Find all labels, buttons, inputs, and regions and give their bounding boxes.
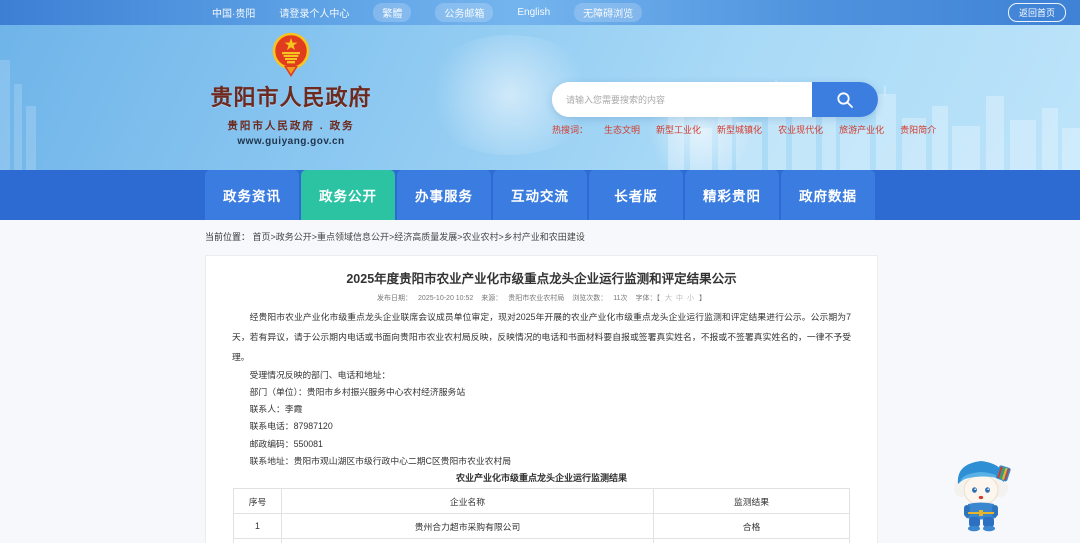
- topbar-link-login-personal-center[interactable]: 请登录个人中心: [279, 5, 349, 20]
- article-card: 2025年度贵阳市农业产业化市级重点龙头企业运行监测和评定结果公示 发布日期： 2…: [205, 255, 878, 543]
- col-header-company: 企业名称: [281, 488, 654, 515]
- site-brand: 贵阳市人民政府 贵阳市人民政府 . 政务 www.guiyang.gov.cn: [207, 31, 375, 147]
- publish-date: 2025-10-20 10:52: [418, 295, 474, 302]
- topbar-link-traditional-chinese[interactable]: 繁體: [373, 3, 412, 22]
- table-row: 1 贵州合力超市采购有限公司 合格: [233, 513, 850, 540]
- info-contact-person: 联系人：李霞: [249, 404, 303, 415]
- breadcrumb-label: 当前位置：: [205, 232, 251, 242]
- cell-company: 贵州友禾种业有限公司: [281, 538, 654, 543]
- article-paragraph: 经贵阳市农业产业化市级重点龙头企业联席会议成员单位审定，现对2025年开展的农业…: [232, 312, 851, 362]
- mascot-icon: [954, 461, 1011, 532]
- site-url: www.guiyang.gov.cn: [237, 136, 345, 147]
- info-address: 联系地址：贵阳市观山湖区市级行政中心二期C区贵阳市农业农村局: [249, 455, 512, 466]
- page: 中国·贵阳 请登录个人中心 繁體 公务邮箱 English 无障碍浏览 返回首页: [0, 0, 1080, 543]
- nav-tab-gov-data[interactable]: 政府数据: [781, 170, 875, 220]
- cell-index: 2: [233, 538, 282, 543]
- col-header-result: 监测结果: [653, 488, 850, 515]
- info-phone: 联系电话：87987120: [249, 421, 333, 432]
- article-lead-line: 受理情况反映的部门、电话和地址：: [249, 370, 391, 380]
- cell-index: 1: [233, 513, 282, 540]
- topbar-links: 中国·贵阳 请登录个人中心 繁體 公务邮箱 English 无障碍浏览: [212, 3, 643, 22]
- views-label: 浏览次数：: [572, 295, 608, 302]
- table-row: 2 贵州友禾种业有限公司 合格: [233, 538, 850, 543]
- site-title: 贵阳市人民政府: [210, 85, 372, 110]
- font-size-medium-button[interactable]: 中: [676, 295, 683, 302]
- font-size-label: 字体：【: [635, 295, 660, 302]
- info-postcode: 邮政编码：550081: [249, 438, 323, 449]
- article-title: 2025年度贵阳市农业产业化市级重点龙头企业运行监测和评定结果公示: [346, 272, 737, 286]
- main-nav: 政务资讯 政务公开 办事服务 互动交流 长者版 精彩贵阳 政府数据: [0, 170, 1080, 220]
- search-input[interactable]: [552, 82, 812, 117]
- hot-word-industrialization[interactable]: 新型工业化: [656, 123, 701, 136]
- return-home-button[interactable]: 返回首页: [1007, 3, 1066, 22]
- hot-word-ecology[interactable]: 生态文明: [604, 123, 640, 136]
- national-emblem-icon: [272, 32, 310, 77]
- font-size-small-button[interactable]: 小: [687, 295, 694, 302]
- nav-tab-interaction[interactable]: 互动交流: [493, 170, 587, 220]
- search-area: 热搜词： 生态文明 新型工业化 新型城镇化 农业现代化 旅游产业化 贵阳简介: [552, 82, 936, 136]
- site-header: 贵阳市人民政府 贵阳市人民政府 . 政务 www.guiyang.gov.cn …: [0, 25, 1080, 170]
- nav-tab-services[interactable]: 办事服务: [397, 170, 491, 220]
- topbar-link-china-guiyang[interactable]: 中国·贵阳: [212, 5, 255, 20]
- publish-date-label: 发布日期：: [377, 295, 413, 302]
- info-department: 部门（单位）：贵阳市乡村振兴服务中心农村经济服务站: [249, 387, 466, 397]
- topbar-link-english[interactable]: English: [517, 7, 550, 18]
- topbar-link-accessibility[interactable]: 无障碍浏览: [574, 3, 643, 22]
- article-meta: 发布日期： 2025-10-20 10:52 来源： 贵阳市农业农村局 浏览次数： 1…: [232, 294, 851, 304]
- hot-word-guiyang-intro[interactable]: 贵阳简介: [900, 123, 936, 136]
- source-label: 来源：: [481, 295, 503, 302]
- topbar: 中国·贵阳 请登录个人中心 繁體 公务邮箱 English 无障碍浏览 返回首页: [0, 0, 1080, 25]
- views-value: 11次: [613, 295, 628, 302]
- mascot-assistant[interactable]: [950, 452, 1014, 532]
- nav-tab-splendid-guiyang[interactable]: 精彩贵阳: [685, 170, 779, 220]
- cell-result: 合格: [653, 513, 850, 540]
- left-buildings-decoration: [0, 60, 36, 170]
- source-value: 贵阳市农业农村局: [508, 295, 565, 302]
- breadcrumb-path[interactable]: 首页>政务公开>重点领域信息公开>经济高质量发展>农业农村>乡村产业和农田建设: [253, 232, 585, 242]
- nav-tab-news[interactable]: 政务资讯: [205, 170, 299, 220]
- cell-company: 贵州合力超市采购有限公司: [281, 513, 654, 540]
- col-header-index: 序号: [233, 488, 282, 515]
- search-box: [552, 82, 878, 117]
- table-caption: 农业产业化市级重点龙头企业运行监测结果: [455, 473, 627, 484]
- font-size-label-close: 】: [698, 295, 706, 302]
- hot-word-agri-modernization[interactable]: 农业现代化: [778, 123, 823, 136]
- hot-search-row: 热搜词： 生态文明 新型工业化 新型城镇化 农业现代化 旅游产业化 贵阳简介: [552, 123, 936, 136]
- search-button[interactable]: [812, 82, 878, 117]
- cell-result: 合格: [653, 538, 850, 543]
- hot-word-urbanization[interactable]: 新型城镇化: [717, 123, 762, 136]
- font-size-large-button[interactable]: 大: [665, 295, 672, 302]
- table-header-row: 序号 企业名称 监测结果: [233, 488, 850, 515]
- site-subtitle: 贵阳市人民政府 . 政务: [227, 120, 355, 132]
- monitoring-result-table: 序号 企业名称 监测结果 1 贵州合力超市采购有限公司 合格 2 贵州友禾种业有…: [233, 488, 850, 543]
- breadcrumb: 当前位置： 首页>政务公开>重点领域信息公开>经济高质量发展>农业农村>乡村产业…: [205, 230, 585, 243]
- topbar-link-official-mail[interactable]: 公务邮箱: [435, 3, 494, 22]
- nav-tab-senior-version[interactable]: 长者版: [589, 170, 683, 220]
- hot-word-tourism[interactable]: 旅游产业化: [839, 123, 884, 136]
- hot-search-label: 热搜词：: [552, 125, 589, 135]
- search-icon: [837, 91, 853, 108]
- nav-tab-gov-affairs-open[interactable]: 政务公开: [301, 170, 395, 220]
